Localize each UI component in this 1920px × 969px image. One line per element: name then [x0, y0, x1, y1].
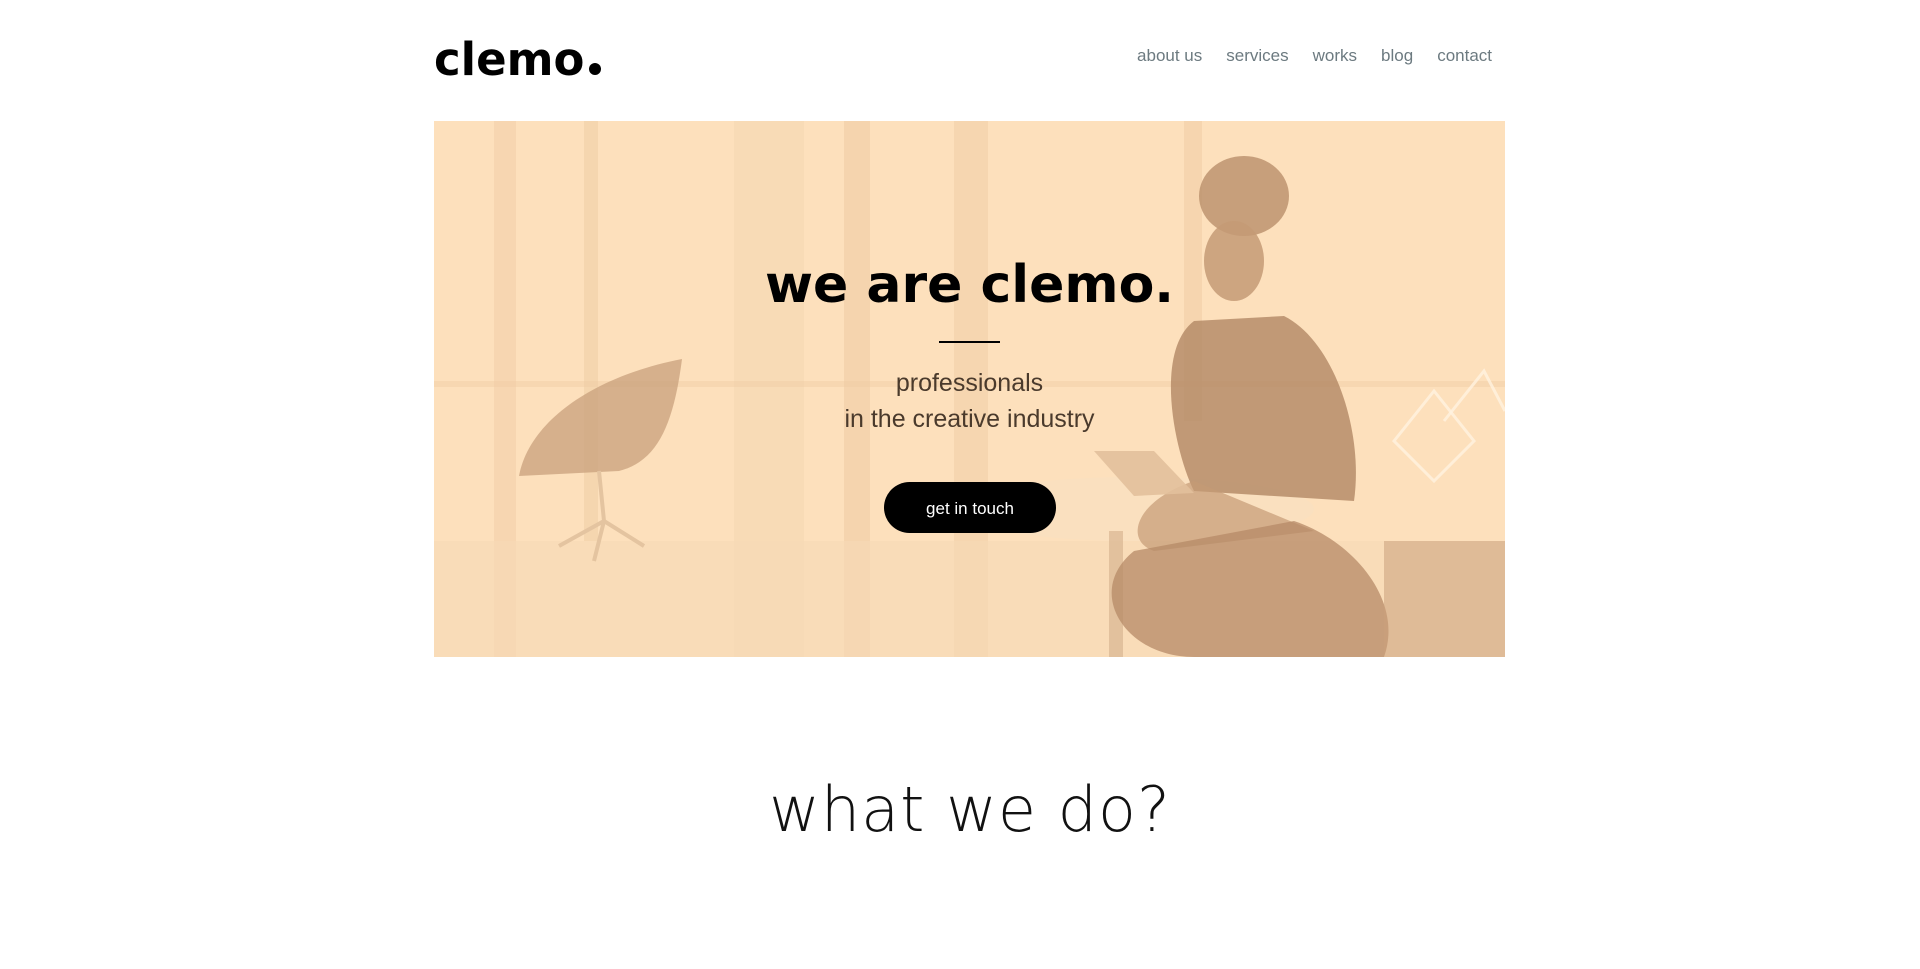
nav-link-services[interactable]: services — [1226, 46, 1288, 66]
brand-logo[interactable]: clemo — [434, 32, 602, 88]
site-header: clemo about us services works blog conta… — [434, 28, 1504, 92]
logo-dot — [589, 63, 602, 75]
hero-content: we are clemo. professionals in the creat… — [434, 121, 1505, 657]
nav-link-contact[interactable]: contact — [1437, 46, 1492, 66]
page: clemo about us services works blog conta… — [0, 0, 1920, 969]
section-title-what-we-do: what we do? — [769, 773, 1171, 846]
hero-subtitle-line1: professionals — [895, 369, 1044, 397]
main-nav: about us services works blog contact — [1113, 46, 1492, 66]
nav-link-about-us[interactable]: about us — [1137, 46, 1202, 66]
get-in-touch-button[interactable]: get in touch — [884, 482, 1056, 533]
hero-divider — [939, 341, 1000, 343]
hero-title: we are clemo. — [764, 255, 1175, 315]
nav-link-blog[interactable]: blog — [1381, 46, 1413, 66]
hero-subtitle-line2: in the creative industry — [844, 405, 1095, 433]
hero-banner: we are clemo. professionals in the creat… — [434, 121, 1505, 657]
logo-text: clemo — [434, 33, 585, 86]
nav-link-works[interactable]: works — [1313, 46, 1357, 66]
